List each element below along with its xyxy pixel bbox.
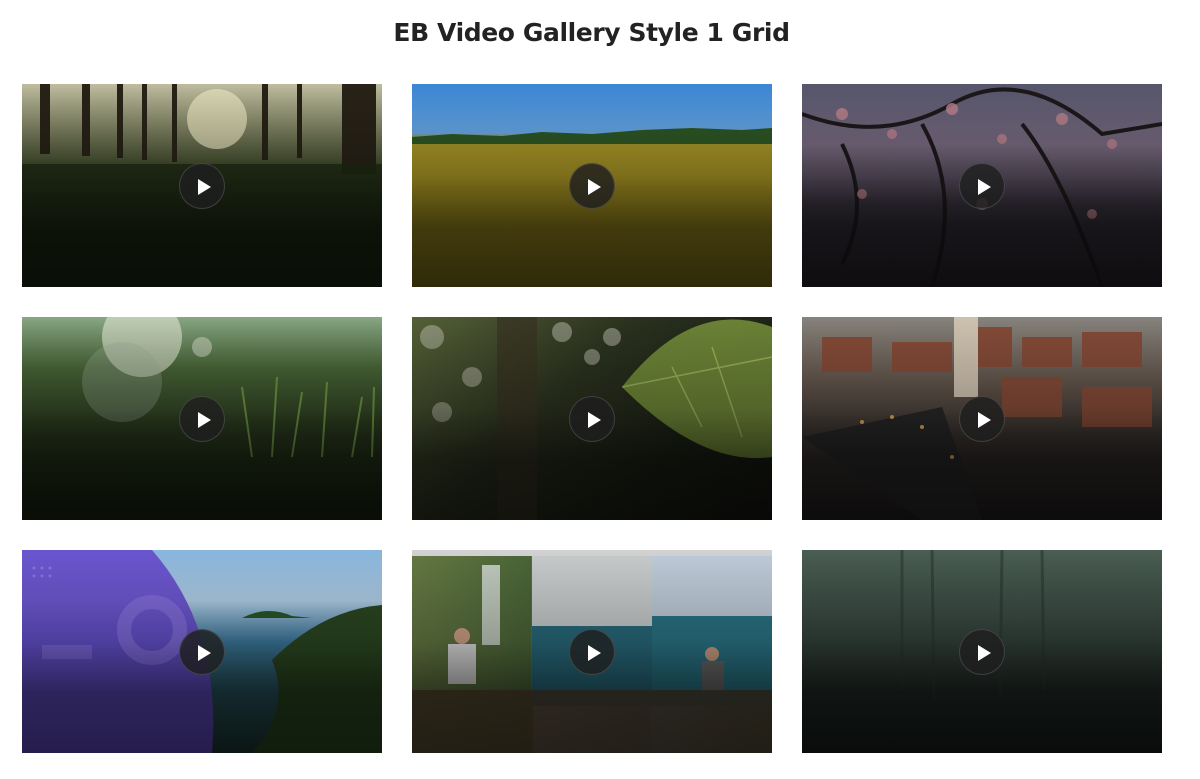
video-tile-leaf-forest[interactable] xyxy=(412,317,772,520)
play-icon xyxy=(198,179,211,195)
video-tile-cherry-blossom[interactable] xyxy=(802,84,1162,287)
play-button[interactable] xyxy=(569,629,615,675)
video-tile-forest-sunrise[interactable] xyxy=(22,84,382,287)
play-button[interactable] xyxy=(959,163,1005,209)
play-button[interactable] xyxy=(179,163,225,209)
play-icon xyxy=(198,412,211,428)
play-icon xyxy=(978,412,991,428)
play-icon xyxy=(588,412,601,428)
video-gallery-page: EB Video Gallery Style 1 Grid xyxy=(0,0,1200,779)
play-icon xyxy=(978,645,991,661)
video-tile-misty-jungle[interactable] xyxy=(802,550,1162,753)
video-tile-tropical-island[interactable] xyxy=(22,550,382,753)
play-icon xyxy=(978,179,991,195)
video-tile-travel-collage[interactable] xyxy=(412,550,772,753)
play-button[interactable] xyxy=(959,396,1005,442)
play-button[interactable] xyxy=(959,629,1005,675)
video-tile-dewy-grass[interactable] xyxy=(22,317,382,520)
play-button[interactable] xyxy=(179,396,225,442)
play-button[interactable] xyxy=(569,163,615,209)
play-icon xyxy=(198,645,211,661)
play-button[interactable] xyxy=(569,396,615,442)
play-icon xyxy=(588,179,601,195)
play-icon xyxy=(588,645,601,661)
page-title: EB Video Gallery Style 1 Grid xyxy=(393,18,790,47)
video-tile-old-town[interactable] xyxy=(802,317,1162,520)
video-tile-sunflower-field[interactable] xyxy=(412,84,772,287)
play-button[interactable] xyxy=(179,629,225,675)
